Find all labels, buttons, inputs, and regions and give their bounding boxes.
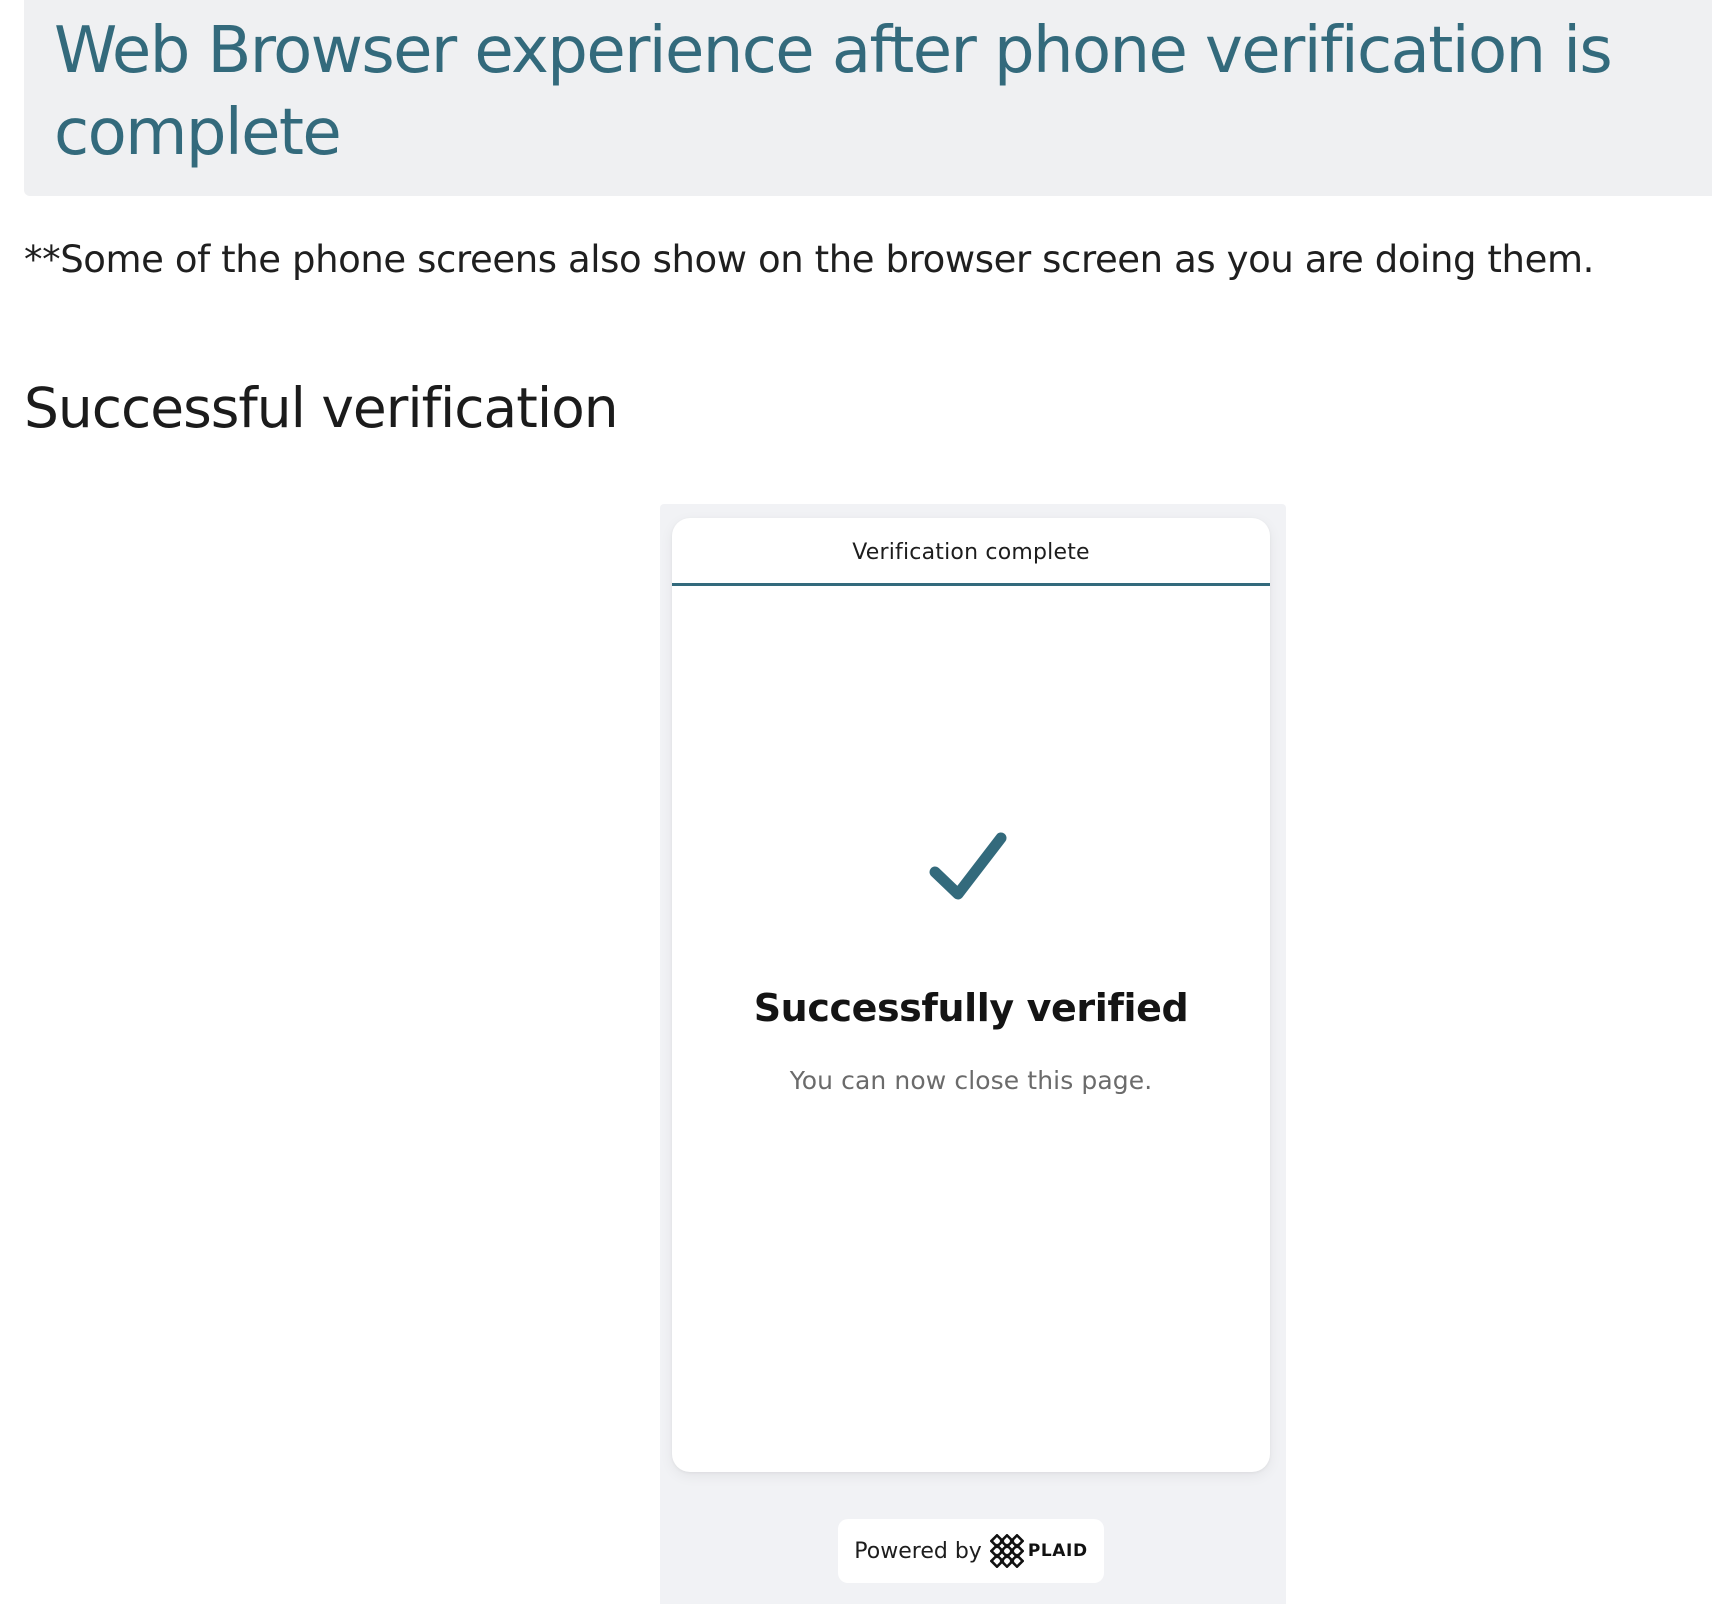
powered-by-badge: Powered by PLAID [838,1519,1104,1583]
success-subtitle: You can now close this page. [789,1066,1153,1095]
note-text: **Some of the phone screens also show on… [24,238,1594,281]
heading-banner: Web Browser experience after phone verif… [24,0,1712,196]
plaid-wordmark: PLAID [1027,1541,1088,1561]
plaid-logo: PLAID [989,1534,1088,1568]
section-heading: Successful verification [24,376,619,440]
card-header-title: Verification complete [852,540,1090,565]
embedded-screenshot: Verification complete Successfully verif… [660,504,1286,1604]
card-header: Verification complete [672,518,1270,586]
page-title: Web Browser experience after phone verif… [54,14,1613,170]
checkmark-icon [929,832,1007,900]
powered-by-label: Powered by [854,1538,982,1564]
success-title: Successfully verified [753,986,1189,1030]
verification-card: Verification complete Successfully verif… [672,518,1270,1472]
plaid-logo-icon [989,1534,1024,1568]
